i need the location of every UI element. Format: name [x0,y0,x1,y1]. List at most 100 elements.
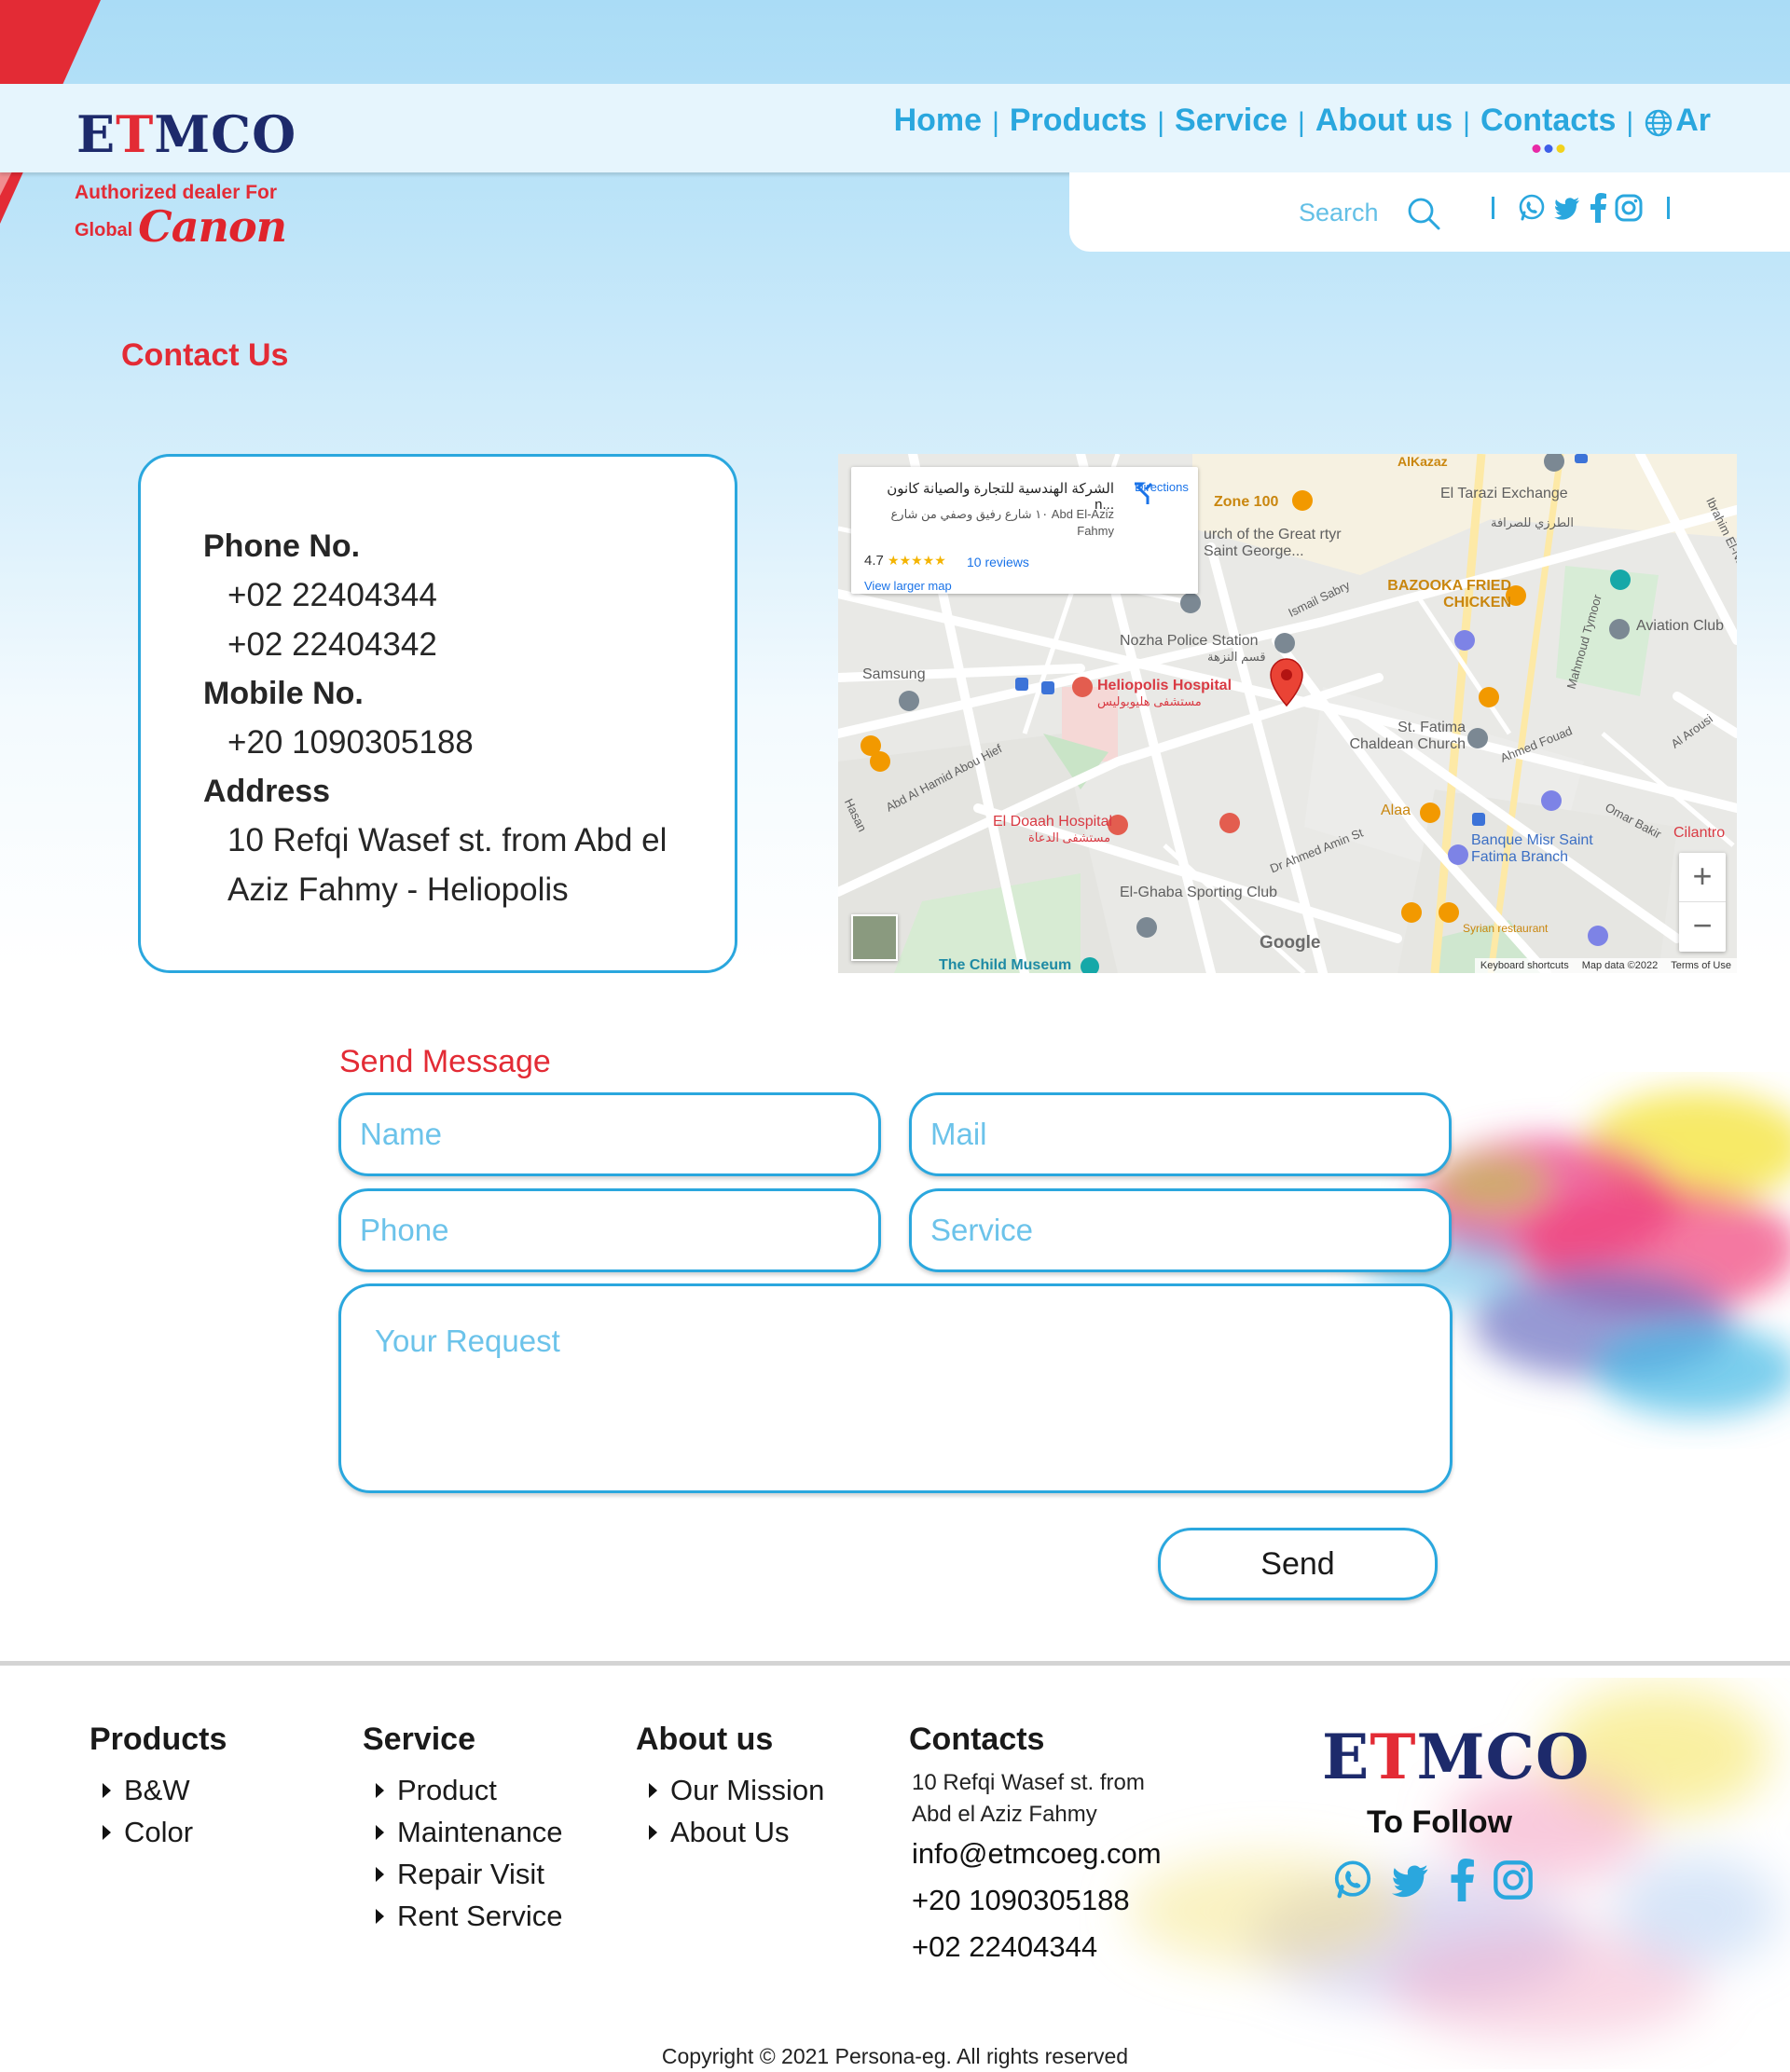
nav-separator: | [1298,106,1305,138]
caret-right-icon [376,1866,384,1882]
search-icon[interactable] [1405,195,1442,232]
footer-link[interactable]: About Us [636,1811,824,1853]
map-label: Heliopolis Hospital [1097,678,1232,693]
logo-text-pre: E [76,104,117,164]
language-label: Ar [1675,103,1711,138]
service-input[interactable] [909,1188,1452,1272]
directions-button[interactable]: Directions [1129,480,1194,504]
terms-link[interactable]: Terms of Use [1671,960,1731,971]
footer-link-label: About Us [670,1816,790,1848]
map-label: El Doaah Hospital [993,814,1113,830]
name-input[interactable] [338,1092,881,1176]
footer-link[interactable]: Color [90,1811,227,1853]
caret-right-icon [649,1824,657,1840]
etmco-logo[interactable]: ETMCO [76,104,296,164]
send-button[interactable]: Send [1158,1528,1438,1600]
logo-text-post: MCO [1416,1721,1590,1793]
map-place-address: ١٠ شارع رفيق وصفي من شارع Abd El-Aziz Fa… [890,507,1114,538]
twitter-icon[interactable] [1552,193,1582,223]
map-label: El Tarazi Exchange [1440,486,1568,501]
globe-icon [1645,109,1673,136]
facebook-icon[interactable] [1588,193,1608,223]
footer-link[interactable]: Our Mission [636,1769,824,1811]
contact-info-card: Phone No. +02 22404344 +02 22404342 Mobi… [138,454,737,973]
instagram-icon[interactable] [1614,193,1644,223]
zoom-in-button[interactable]: + [1679,853,1726,902]
phone-number[interactable]: +02 22404344 [203,570,735,620]
map-label: قسم النزهة [1207,650,1266,664]
facebook-icon[interactable] [1447,1859,1477,1901]
nav-contacts-wrapper: Contacts [1480,103,1616,153]
footer-link[interactable]: B&W [90,1769,227,1811]
mobile-number[interactable]: +20 1090305188 [203,718,735,767]
footer-link-label: Repair Visit [397,1858,544,1890]
map-label: Nozha Police Station [1120,633,1259,649]
caret-right-icon [649,1782,657,1798]
divider [1667,197,1670,219]
map-label: مستشفى الدعاة [1028,830,1111,844]
caret-right-icon [103,1782,111,1798]
nav-separator: | [1157,106,1165,138]
map-label: الطرزي للصرافة [1491,515,1574,529]
caret-right-icon [376,1824,384,1840]
phone-number[interactable]: +02 22404342 [203,620,735,669]
mail-input[interactable] [909,1092,1452,1176]
caret-right-icon [376,1782,384,1798]
footer-email[interactable]: info@etmcoeg.com [909,1831,1162,1877]
search-label[interactable]: Search [1299,199,1379,227]
twitter-icon[interactable] [1389,1859,1432,1901]
nav-separator: | [1463,106,1470,138]
footer-phone[interactable]: +02 22404344 [909,1924,1162,1970]
mobile-heading: Mobile No. [203,676,364,711]
footer-heading: Contacts [909,1722,1045,1757]
footer-mobile[interactable]: +20 1090305188 [909,1877,1162,1924]
map-label: Alaa [1381,803,1411,818]
phone-heading: Phone No. [203,528,361,564]
nav-home[interactable]: Home [894,103,982,139]
language-switch[interactable]: Ar [1644,103,1711,139]
map-reviews-link[interactable]: 10 reviews [967,555,1029,569]
satellite-toggle[interactable] [851,914,898,961]
nav-contacts[interactable]: Contacts [1480,103,1616,138]
phone-input[interactable] [338,1188,881,1272]
nav-service[interactable]: Service [1175,103,1287,139]
map-data-text: Map data ©2022 [1581,960,1659,971]
map-label: BAZOOKA FRIED CHICKEN [1387,578,1511,611]
footer-link-label: Product [397,1774,497,1806]
footer-link-label: Color [124,1816,194,1848]
google-map-embed[interactable]: AlKazaz Zone 100 urch of the Great rtyr … [838,454,1737,973]
footer-divider [0,1661,1790,1666]
map-place-card: الشركة الهندسية للتجارة والصيانة كانون n… [851,467,1198,594]
footer-service-column: Service Product Maintenance Repair Visit… [363,1722,563,1937]
footer-etmco-logo[interactable]: ETMCO [1322,1721,1590,1793]
canon-logo: Canon [138,201,287,252]
whatsapp-icon[interactable] [1517,193,1547,223]
social-links-footer [1331,1859,1535,1901]
footer-link[interactable]: Repair Visit [363,1853,563,1895]
footer-link[interactable]: Maintenance [363,1811,563,1853]
instagram-icon[interactable] [1492,1859,1535,1901]
nav-separator: | [992,106,999,138]
footer-link[interactable]: Rent Service [363,1895,563,1937]
footer-link[interactable]: Product [363,1769,563,1811]
keyboard-shortcuts-link[interactable]: Keyboard shortcuts [1480,960,1569,971]
map-label: Cilantro [1673,825,1726,841]
nav-products[interactable]: Products [1010,103,1147,139]
request-textarea[interactable] [338,1283,1453,1493]
footer-contacts-column: Contacts 10 Refqi Wasef st. from Abd el … [909,1722,1162,1970]
directions-icon [1135,482,1153,504]
whatsapp-icon[interactable] [1331,1859,1374,1901]
send-message-title: Send Message [339,1044,551,1079]
map-label: Samsung [862,666,926,682]
map-attribution: Keyboard shortcuts Map data ©2022 Terms … [1474,958,1737,973]
logo-text-cross: T [116,104,155,164]
rating-value: 4.7 [864,553,884,569]
google-logo: Google [1260,933,1321,953]
search-panel: Search [1069,172,1790,252]
nav-about-us[interactable]: About us [1315,103,1453,139]
footer-products-column: Products B&W Color [90,1722,227,1853]
social-links-top [1517,193,1644,223]
zoom-out-button[interactable]: − [1679,902,1726,952]
address-heading: Address [203,774,331,809]
view-larger-map-link[interactable]: View larger map [864,579,952,593]
